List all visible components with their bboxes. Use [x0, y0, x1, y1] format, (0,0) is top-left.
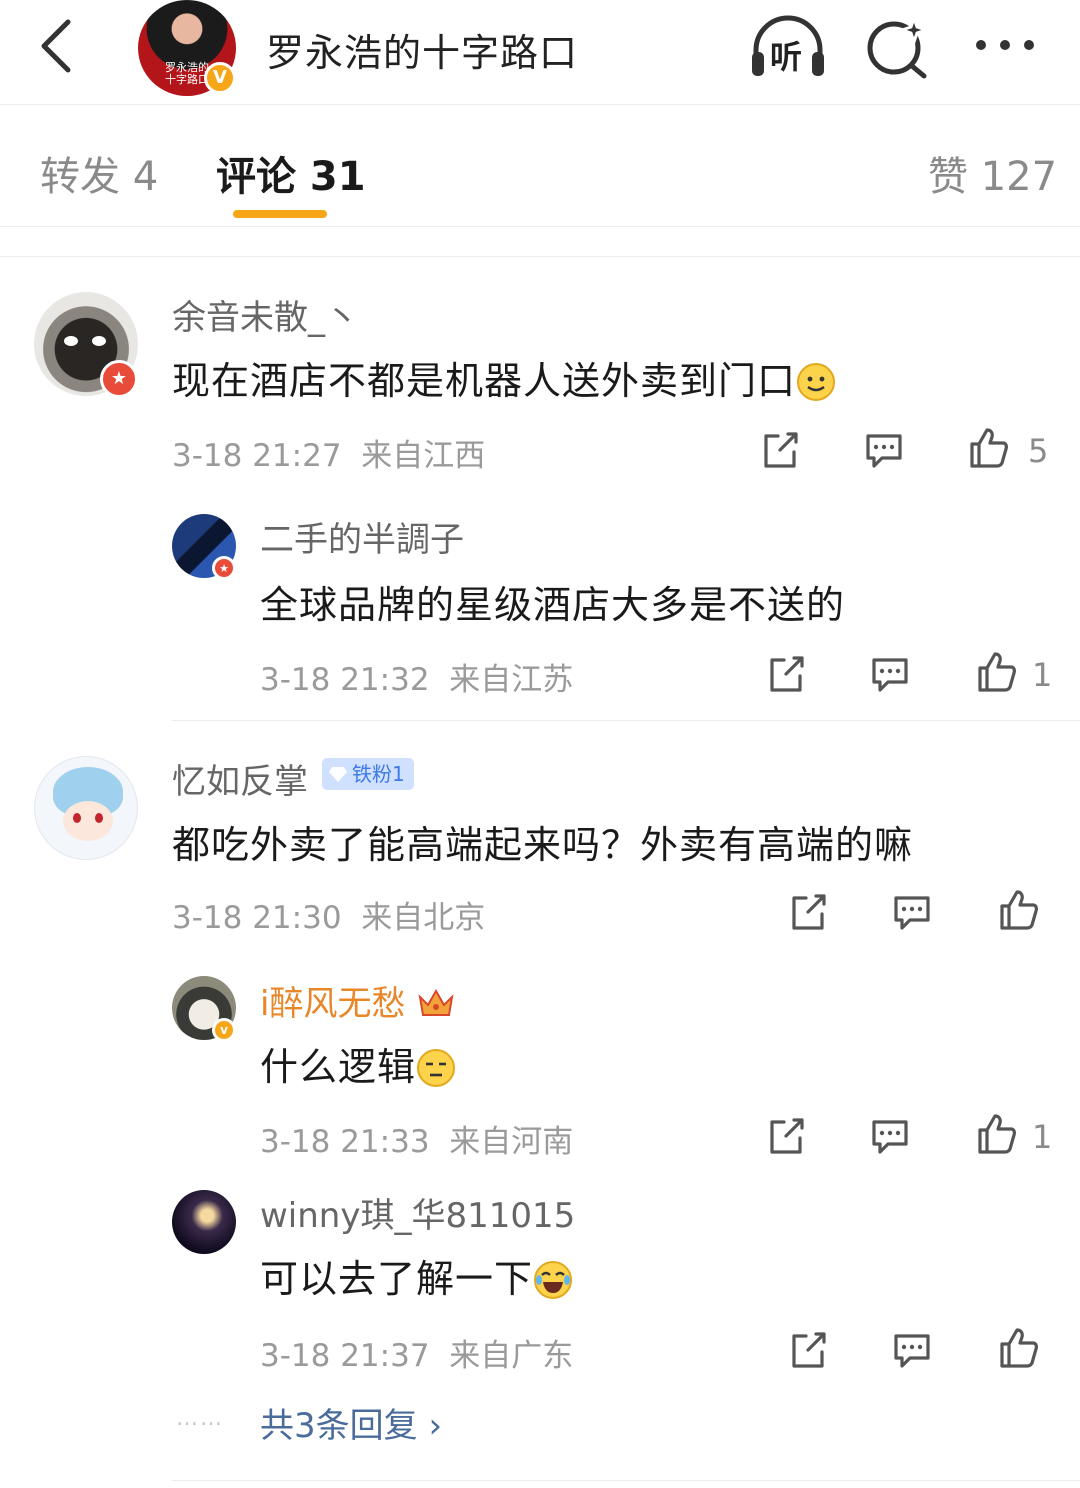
fan-badge-label: 铁粉1	[352, 762, 405, 786]
like-count: 1	[1032, 1118, 1053, 1156]
reply-location: 来自广东	[449, 1338, 574, 1374]
divider	[172, 720, 1080, 721]
divider	[0, 256, 1080, 257]
comment-username[interactable]: 余音未散_丶	[172, 290, 359, 339]
share-icon[interactable]	[764, 652, 808, 696]
comment-icon[interactable]	[868, 1114, 912, 1158]
member-badge-icon: ★	[100, 360, 138, 398]
like-count: 5	[1028, 432, 1049, 470]
comment-text: 都吃外卖了能高端起来吗？外卖有高端的嘛	[172, 823, 914, 867]
reply-text: 什么逻辑	[260, 1036, 456, 1091]
reply-meta: 3-18 21:33 来自河南	[260, 1116, 573, 1161]
top-bar: 罗永浩的十字路口 V 罗永浩的十字路口 听	[0, 0, 1080, 105]
reply-text: 全球品牌的星级酒店大多是不送的	[260, 583, 846, 627]
reply-meta: 3-18 21:37 来自广东	[260, 1330, 573, 1375]
smile-emoji-icon	[797, 363, 836, 401]
page-title: 罗永浩的十字路口	[266, 31, 579, 75]
avatar[interactable]	[34, 756, 138, 860]
reply-location: 来自江苏	[449, 662, 574, 698]
share-icon[interactable]	[786, 890, 830, 934]
tab-likes[interactable]: 赞 127	[928, 144, 1057, 202]
comment-time: 3-18 21:30	[172, 900, 342, 936]
reply-username[interactable]: winny琪_华811015	[260, 1188, 575, 1237]
comment-icon[interactable]	[862, 428, 906, 472]
comment-icon[interactable]	[890, 890, 934, 934]
diamond-icon	[329, 767, 347, 782]
tab-repost[interactable]: 转发 4	[40, 144, 158, 202]
reply-meta: 3-18 21:32 来自江苏	[260, 654, 573, 699]
reply-time: 3-18 21:37	[260, 1338, 430, 1374]
reply-time: 3-18 21:33	[260, 1124, 430, 1160]
comment-username[interactable]: 忆如反掌	[172, 754, 308, 803]
comment-location: 来自江西	[361, 438, 486, 474]
back-icon[interactable]	[30, 18, 80, 74]
search-sparkle-icon[interactable]	[862, 14, 932, 80]
tab-bar: 转发 4 评论 31 赞 127	[0, 106, 1080, 227]
comment-icon[interactable]	[890, 1328, 934, 1372]
tab-comments[interactable]: 评论 31	[216, 144, 366, 202]
view-all-replies-link[interactable]: 共3条回复 ›	[260, 1398, 442, 1447]
comment-text: 现在酒店不都是机器人送外卖到门口	[172, 350, 836, 405]
sideeye-emoji-icon	[417, 1049, 456, 1087]
like-icon[interactable]	[974, 1112, 1018, 1156]
reply-username[interactable]: 二手的半調子	[260, 512, 464, 561]
more-dots: ……	[176, 1406, 224, 1431]
like-icon[interactable]	[996, 888, 1040, 932]
laugh-cry-emoji-icon	[534, 1261, 573, 1299]
like-icon[interactable]	[974, 650, 1018, 694]
fan-badge: 铁粉1	[322, 758, 414, 790]
comment-text-content: 现在酒店不都是机器人送外卖到门口	[172, 359, 797, 403]
reply-text-content: 可以去了解一下	[260, 1257, 534, 1301]
active-tab-indicator	[233, 210, 327, 218]
reply-username-text: i醉风无愁	[260, 984, 406, 1024]
comment-location: 来自北京	[361, 900, 486, 936]
reply-text-content: 什么逻辑	[260, 1045, 417, 1089]
reply-username[interactable]: i醉风无愁	[260, 976, 456, 1025]
reply-location: 来自河南	[449, 1124, 574, 1160]
listen-button[interactable]: 听	[748, 14, 828, 80]
like-icon[interactable]	[996, 1326, 1040, 1370]
like-count: 1	[1032, 656, 1053, 694]
avatar[interactable]	[172, 1190, 236, 1254]
like-icon[interactable]	[966, 426, 1010, 470]
divider	[172, 1480, 1080, 1481]
verified-badge: V	[204, 62, 236, 94]
comment-meta: 3-18 21:30 来自北京	[172, 892, 485, 937]
share-icon[interactable]	[786, 1328, 830, 1372]
comment-time: 3-18 21:27	[172, 438, 342, 474]
comment-icon[interactable]	[868, 652, 912, 696]
crown-icon	[418, 988, 454, 1016]
share-icon[interactable]	[764, 1114, 808, 1158]
more-icon[interactable]	[972, 14, 1038, 80]
listen-label: 听	[770, 38, 803, 76]
share-icon[interactable]	[758, 428, 802, 472]
comment-meta: 3-18 21:27 来自江西	[172, 430, 485, 475]
member-badge-icon: ★	[212, 556, 236, 580]
reply-time: 3-18 21:32	[260, 662, 430, 698]
verified-badge-icon: v	[212, 1018, 236, 1042]
reply-text: 可以去了解一下	[260, 1248, 573, 1303]
